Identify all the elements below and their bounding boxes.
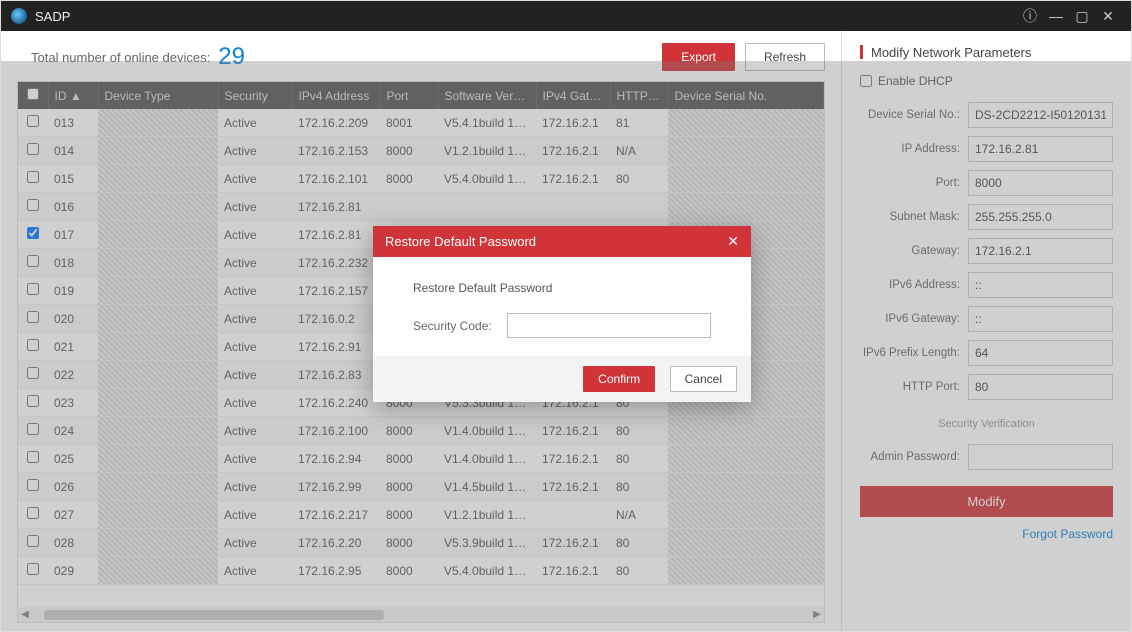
confirm-button[interactable]: Confirm [583,366,655,392]
app-title: SADP [35,9,70,24]
side-panel-title: Modify Network Parameters [860,45,1113,60]
info-icon[interactable]: ⓘ [1017,6,1043,26]
cancel-button[interactable]: Cancel [670,366,737,392]
restore-password-modal: Restore Default Password ✕ Restore Defau… [373,226,751,402]
security-code-input[interactable] [507,313,711,338]
security-code-label: Security Code: [413,319,507,333]
modal-close-icon[interactable]: ✕ [727,233,739,250]
close-window-icon[interactable]: ✕ [1095,8,1121,25]
maximize-icon[interactable]: ▢ [1069,8,1095,25]
titlebar: SADP ⓘ — ▢ ✕ [1,1,1131,31]
modal-header-text: Restore Default Password [413,281,711,295]
minimize-icon[interactable]: — [1043,8,1069,24]
app-logo-icon [11,8,27,24]
modal-title: Restore Default Password [385,234,536,249]
